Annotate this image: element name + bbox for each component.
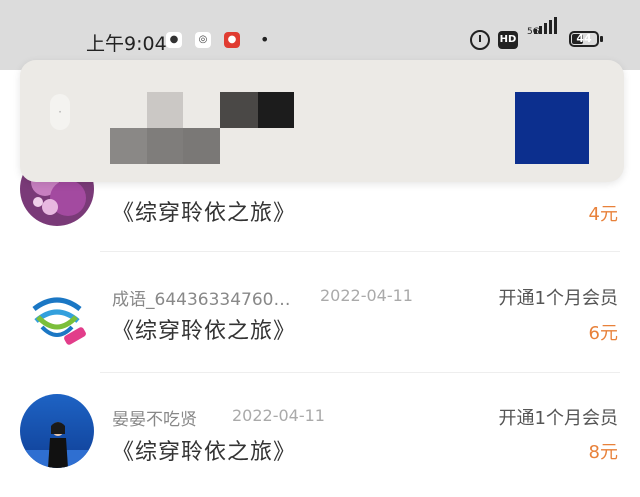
price-text: 6元 [588,323,618,344]
notification-popup[interactable]: · [20,60,624,182]
action-text: 开通1个月会员 [498,408,618,429]
book-title[interactable]: 《综穿聆依之旅》 [112,434,296,466]
list-item[interactable]: 晏晏不吃贤 2022-04-11 开通1个月会员 《综穿聆依之旅》 8元 [0,372,640,490]
battery-tip [600,36,603,42]
qq-notification-icon: ● [166,32,182,48]
price-text: 8元 [588,442,618,463]
battery-icon: 44 [569,31,599,47]
pixelated-block [147,92,183,128]
china-mobile-logo-avatar[interactable] [20,279,94,353]
pixelated-block [515,92,589,164]
pixelated-block [183,128,220,164]
more-notifications-icon: • [260,30,270,49]
date-text: 2022-04-11 [320,286,413,305]
pixelated-block [258,92,294,128]
book-title[interactable]: 《综穿聆依之旅》 [112,313,296,345]
username[interactable]: 晏晏不吃贤 [112,405,197,430]
book-title[interactable]: 《综穿聆依之旅》 [112,195,296,227]
app-notification-icon: ● [224,32,240,48]
pixelated-block [220,92,258,128]
battery-level: 44 [576,32,592,45]
price-text: 4元 [588,204,618,225]
action-text: 开通1个月会员 [498,288,618,309]
app-icon: · [50,94,70,130]
date-text: 2022-04-11 [232,406,325,425]
username[interactable]: 成语_64436334760… [112,285,290,310]
alarm-icon [470,30,490,50]
pixelated-block [110,128,147,164]
list-item[interactable]: 成语_64436334760… 2022-04-11 开通1个月会员 《综穿聆依… [0,251,640,373]
hd-icon: HD [498,31,518,49]
pixelated-block [147,128,183,164]
wechat-notification-icon: ◎ [195,32,211,48]
person-avatar[interactable] [20,394,94,468]
status-time: 上午9:04 [86,33,167,55]
